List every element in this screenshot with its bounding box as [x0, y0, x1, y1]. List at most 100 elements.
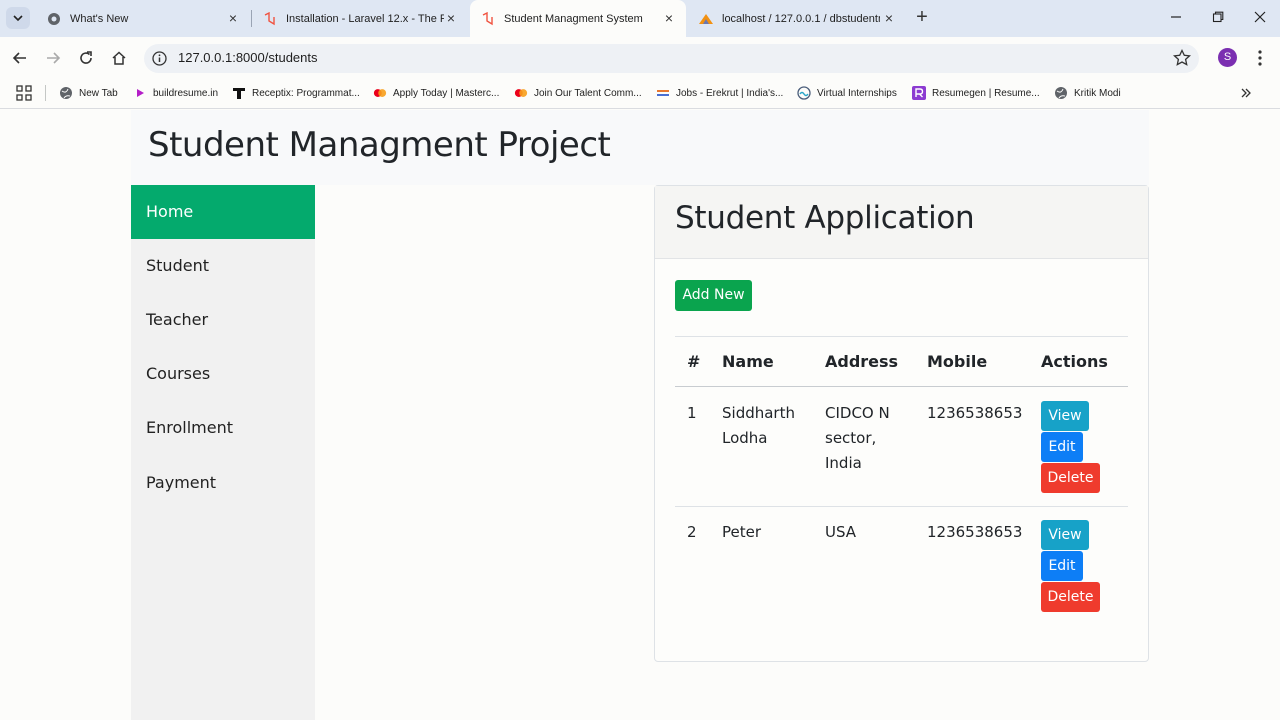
receptix-logo-icon [232, 86, 246, 100]
view-button[interactable]: View [1041, 520, 1089, 550]
play-icon [133, 86, 147, 100]
bookmark-label: Jobs - Erekrut | India's... [676, 87, 784, 99]
bookmark-virtual-internships[interactable]: Virtual Internships [797, 84, 897, 102]
minimize-button[interactable] [1166, 8, 1186, 28]
home-icon [112, 51, 126, 65]
tab-student-managment[interactable]: Student Managment System × [470, 0, 686, 37]
bookmark-label: Apply Today | Masterc... [393, 87, 500, 99]
row-mobile: 1236538653 [927, 523, 1023, 541]
row-address: USA [825, 523, 857, 541]
bookmark-erekrut[interactable]: Jobs - Erekrut | India's... [656, 84, 783, 102]
sidebar-item-courses[interactable]: Courses [131, 347, 315, 401]
minimize-icon [1171, 16, 1181, 18]
url-text[interactable]: 127.0.0.1:8000/students [178, 50, 318, 65]
close-window-button[interactable] [1250, 8, 1270, 28]
site-info-icon[interactable] [151, 50, 168, 67]
close-icon[interactable]: × [662, 11, 676, 25]
home-button[interactable] [107, 46, 131, 70]
column-header-mobile: Mobile [927, 352, 988, 371]
close-icon [1254, 11, 1266, 23]
row-name: Peter [722, 523, 762, 541]
column-header-number: # [687, 352, 701, 371]
sidebar-item-home[interactable]: Home [131, 185, 315, 239]
table-header-border [675, 386, 1128, 387]
tab-label: Installation - Laravel 12.x - The PHP [286, 12, 444, 25]
close-icon[interactable]: × [882, 11, 896, 25]
tab-laravel-installation[interactable]: Installation - Laravel 12.x - The PHP × [252, 0, 468, 37]
sidebar-item-enrollment[interactable]: Enrollment [131, 401, 315, 455]
add-new-button[interactable]: Add New [675, 280, 752, 311]
mastercard-icon [514, 86, 528, 100]
sidebar-item-payment[interactable]: Payment [131, 456, 315, 510]
tab-label: What's New [70, 12, 129, 25]
wave-icon [797, 86, 811, 100]
back-button[interactable] [8, 46, 32, 70]
column-header-name: Name [722, 352, 774, 371]
bookmark-new-tab[interactable]: New Tab [59, 84, 118, 102]
view-button[interactable]: View [1041, 401, 1089, 431]
bookmark-receptix[interactable]: Receptix: Programmat... [232, 84, 360, 102]
bookmark-buildresume[interactable]: buildresume.in [133, 84, 218, 102]
bookmark-kritik-modi[interactable]: Kritik Modi [1054, 84, 1121, 102]
laravel-icon [262, 11, 278, 27]
laravel-icon [480, 11, 496, 27]
bookmarks-divider [45, 85, 46, 101]
tab-label: localhost / 127.0.0.1 / dbstudentm [722, 12, 880, 25]
row-address: CIDCO N sector, India [825, 404, 890, 472]
sidebar-item-teacher[interactable]: Teacher [131, 293, 315, 347]
bookmarks-overflow-button[interactable] [1240, 84, 1252, 102]
row-number: 1 [687, 404, 697, 422]
card-title: Student Application [675, 200, 975, 236]
bookmark-label: buildresume.in [153, 87, 219, 99]
reload-icon [80, 51, 92, 64]
close-icon[interactable]: × [226, 11, 240, 25]
page-title: Student Managment Project [148, 125, 611, 165]
globe-icon [1054, 86, 1068, 100]
bookmark-talent-community[interactable]: Join Our Talent Comm... [514, 84, 642, 102]
tab-search-button[interactable] [6, 7, 30, 29]
phpmyadmin-icon [698, 11, 714, 27]
bookmark-label: Join Our Talent Comm... [534, 87, 642, 99]
edit-button[interactable]: Edit [1041, 432, 1083, 462]
close-icon[interactable]: × [444, 11, 458, 25]
row-mobile: 1236538653 [927, 404, 1023, 422]
apps-grid-icon [16, 85, 32, 101]
restore-icon [1212, 11, 1224, 23]
column-header-address: Address [825, 352, 899, 371]
arrow-right-icon [47, 52, 61, 64]
chevron-double-right-icon [1241, 88, 1251, 98]
table-top-border [675, 336, 1128, 337]
bookmark-label: Virtual Internships [817, 87, 897, 99]
bookmark-label: Resumegen | Resume... [932, 87, 1040, 99]
apps-button[interactable] [16, 84, 32, 102]
bookmark-resumegen[interactable]: Resumegen | Resume... [912, 84, 1040, 102]
chevron-down-icon [13, 15, 23, 22]
sidebar-item-student[interactable]: Student [131, 239, 315, 293]
edit-button[interactable]: Edit [1041, 551, 1083, 581]
forward-button[interactable] [41, 46, 65, 70]
tab-label: Student Managment System [504, 12, 643, 25]
arrow-left-icon [12, 52, 26, 64]
bookmark-mastercard[interactable]: Apply Today | Masterc... [373, 84, 499, 102]
bookmark-label: Kritik Modi [1074, 87, 1121, 99]
new-tab-button[interactable]: + [912, 7, 932, 28]
chrome-icon [46, 11, 62, 27]
profile-avatar[interactable]: S [1218, 48, 1237, 67]
restore-button[interactable] [1208, 8, 1228, 28]
reload-button[interactable] [74, 46, 98, 70]
bookmark-label: New Tab [79, 87, 118, 99]
tab-phpmyadmin[interactable]: localhost / 127.0.0.1 / dbstudentm × [688, 0, 906, 37]
globe-icon [59, 86, 73, 100]
erekrut-icon [656, 86, 670, 100]
delete-button[interactable]: Delete [1041, 463, 1100, 493]
tab-whats-new[interactable]: What's New × [36, 0, 250, 37]
bookmark-label: Receptix: Programmat... [252, 87, 360, 99]
column-header-actions: Actions [1041, 352, 1108, 371]
bookmark-star-icon[interactable] [1172, 48, 1192, 68]
more-menu-icon[interactable] [1252, 48, 1268, 68]
table-row-border [675, 506, 1128, 507]
row-name: Siddharth Lodha [722, 404, 795, 447]
row-number: 2 [687, 523, 697, 541]
mastercard-icon [373, 86, 387, 100]
delete-button[interactable]: Delete [1041, 582, 1100, 612]
